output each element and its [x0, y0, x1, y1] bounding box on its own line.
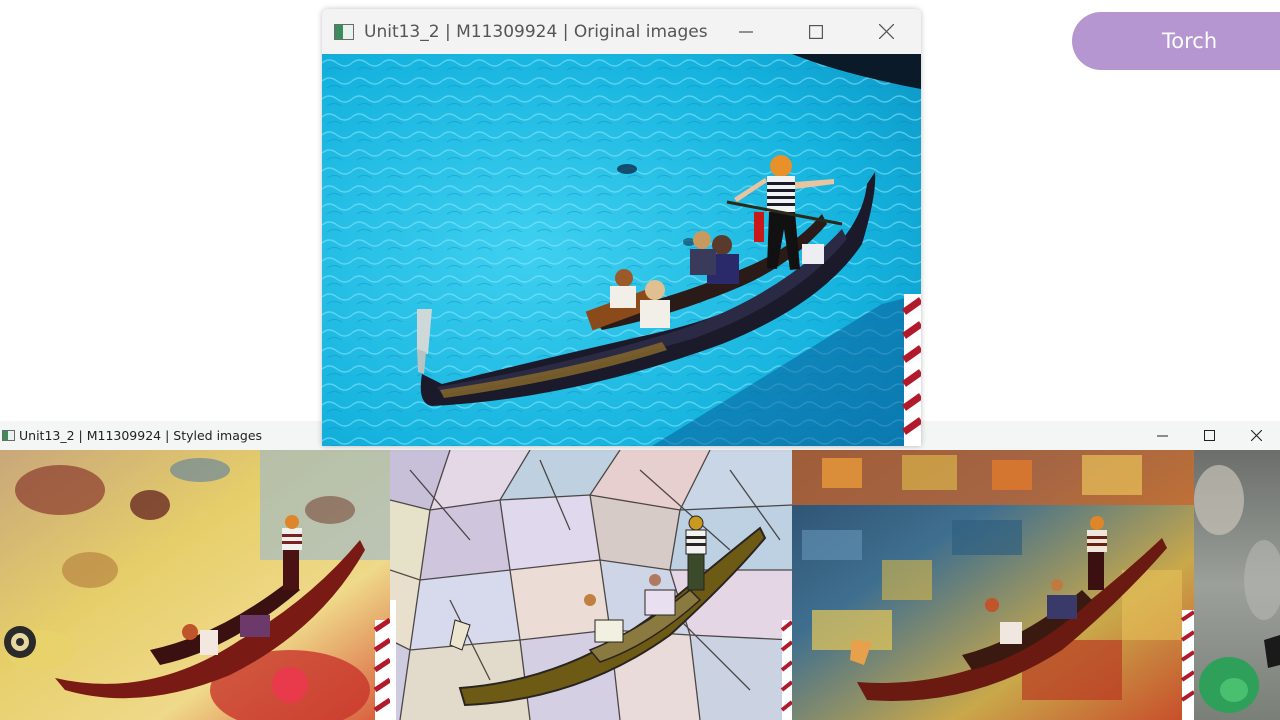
maximize-icon: [1204, 430, 1215, 441]
maximize-button[interactable]: [781, 9, 851, 54]
minimize-icon: [739, 30, 753, 33]
app-icon: [334, 23, 354, 40]
styled-image-4: [1194, 450, 1280, 720]
maximize-button[interactable]: [1186, 421, 1233, 450]
minimize-button[interactable]: [1139, 421, 1186, 450]
close-icon: [1251, 430, 1262, 441]
app-icon: [2, 430, 15, 441]
original-images-window: Unit13_2 | M11309924 | Original images: [322, 9, 921, 446]
torch-button-label: Torch: [1162, 29, 1218, 53]
window-controls: [711, 9, 921, 54]
window-controls: [1139, 421, 1280, 450]
minimize-button[interactable]: [711, 9, 781, 54]
original-window-titlebar[interactable]: Unit13_2 | M11309924 | Original images: [322, 9, 921, 54]
original-window-title: Unit13_2 | M11309924 | Original images: [364, 21, 708, 42]
torch-button[interactable]: Torch: [1072, 12, 1280, 70]
styled-image-1: [0, 450, 390, 720]
close-icon: [878, 24, 894, 39]
styled-image-2: [390, 450, 792, 720]
maximize-icon: [809, 24, 823, 39]
styled-images-area: [0, 450, 1280, 720]
gondola-photo: [322, 54, 921, 446]
close-button[interactable]: [851, 9, 921, 54]
desktop: Torch Unit13_2 | M11309924 | Styled imag…: [0, 0, 1280, 720]
minimize-icon: [1157, 435, 1168, 437]
styled-window-title: Unit13_2 | M11309924 | Styled images: [19, 428, 263, 443]
original-image: [322, 54, 921, 446]
close-button[interactable]: [1233, 421, 1280, 450]
styled-image-3: [792, 450, 1194, 720]
styled-images-window: Unit13_2 | M11309924 | Styled images: [0, 421, 1280, 720]
